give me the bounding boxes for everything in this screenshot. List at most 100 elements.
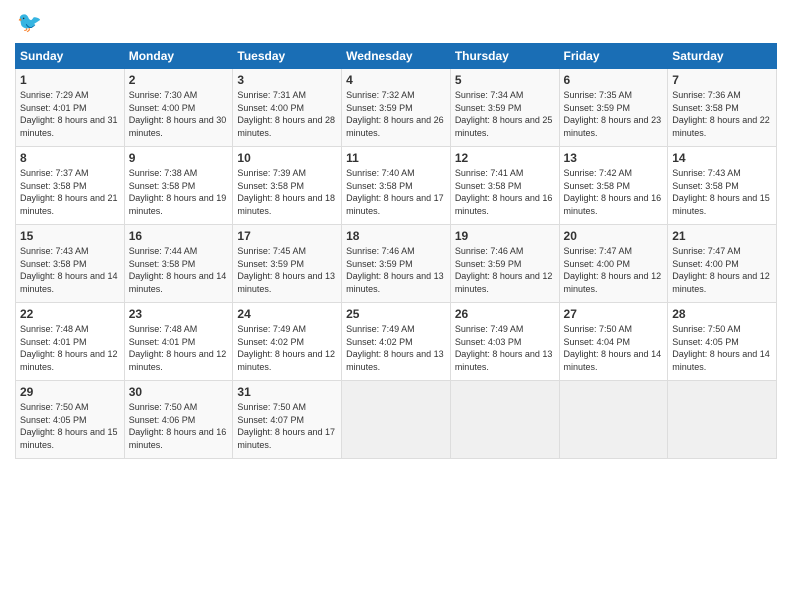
calendar-cell: 19 Sunrise: 7:46 AM Sunset: 3:59 PM Dayl… <box>450 225 559 303</box>
calendar-cell: 11 Sunrise: 7:40 AM Sunset: 3:58 PM Dayl… <box>342 147 451 225</box>
day-number: 7 <box>672 73 772 87</box>
day-number: 5 <box>455 73 555 87</box>
calendar-week-row: 1 Sunrise: 7:29 AM Sunset: 4:01 PM Dayli… <box>16 69 777 147</box>
calendar-cell: 20 Sunrise: 7:47 AM Sunset: 4:00 PM Dayl… <box>559 225 668 303</box>
header: 🐦 <box>15 10 777 35</box>
calendar-cell: 18 Sunrise: 7:46 AM Sunset: 3:59 PM Dayl… <box>342 225 451 303</box>
day-number: 12 <box>455 151 555 165</box>
calendar-cell: 21 Sunrise: 7:47 AM Sunset: 4:00 PM Dayl… <box>668 225 777 303</box>
weekday-header: Monday <box>124 44 233 69</box>
day-number: 27 <box>564 307 664 321</box>
calendar-week-row: 15 Sunrise: 7:43 AM Sunset: 3:58 PM Dayl… <box>16 225 777 303</box>
day-info: Sunrise: 7:48 AM Sunset: 4:01 PM Dayligh… <box>20 324 118 372</box>
day-info: Sunrise: 7:46 AM Sunset: 3:59 PM Dayligh… <box>346 246 444 294</box>
day-number: 3 <box>237 73 337 87</box>
weekday-header: Tuesday <box>233 44 342 69</box>
calendar-cell <box>450 381 559 459</box>
day-info: Sunrise: 7:40 AM Sunset: 3:58 PM Dayligh… <box>346 168 444 216</box>
day-number: 30 <box>129 385 229 399</box>
day-number: 31 <box>237 385 337 399</box>
day-info: Sunrise: 7:29 AM Sunset: 4:01 PM Dayligh… <box>20 90 118 138</box>
calendar-cell: 9 Sunrise: 7:38 AM Sunset: 3:58 PM Dayli… <box>124 147 233 225</box>
calendar-cell: 3 Sunrise: 7:31 AM Sunset: 4:00 PM Dayli… <box>233 69 342 147</box>
day-number: 14 <box>672 151 772 165</box>
day-number: 8 <box>20 151 120 165</box>
calendar-cell: 1 Sunrise: 7:29 AM Sunset: 4:01 PM Dayli… <box>16 69 125 147</box>
day-info: Sunrise: 7:39 AM Sunset: 3:58 PM Dayligh… <box>237 168 335 216</box>
logo-bird-icon: 🐦 <box>17 10 42 35</box>
calendar-cell: 15 Sunrise: 7:43 AM Sunset: 3:58 PM Dayl… <box>16 225 125 303</box>
calendar-cell: 28 Sunrise: 7:50 AM Sunset: 4:05 PM Dayl… <box>668 303 777 381</box>
day-number: 17 <box>237 229 337 243</box>
calendar-cell: 5 Sunrise: 7:34 AM Sunset: 3:59 PM Dayli… <box>450 69 559 147</box>
day-info: Sunrise: 7:41 AM Sunset: 3:58 PM Dayligh… <box>455 168 553 216</box>
calendar-week-row: 22 Sunrise: 7:48 AM Sunset: 4:01 PM Dayl… <box>16 303 777 381</box>
day-number: 2 <box>129 73 229 87</box>
calendar-cell: 31 Sunrise: 7:50 AM Sunset: 4:07 PM Dayl… <box>233 381 342 459</box>
day-number: 15 <box>20 229 120 243</box>
calendar-cell: 14 Sunrise: 7:43 AM Sunset: 3:58 PM Dayl… <box>668 147 777 225</box>
day-info: Sunrise: 7:50 AM Sunset: 4:05 PM Dayligh… <box>672 324 770 372</box>
calendar-cell: 12 Sunrise: 7:41 AM Sunset: 3:58 PM Dayl… <box>450 147 559 225</box>
day-number: 22 <box>20 307 120 321</box>
calendar-cell: 23 Sunrise: 7:48 AM Sunset: 4:01 PM Dayl… <box>124 303 233 381</box>
day-info: Sunrise: 7:48 AM Sunset: 4:01 PM Dayligh… <box>129 324 227 372</box>
calendar-cell: 30 Sunrise: 7:50 AM Sunset: 4:06 PM Dayl… <box>124 381 233 459</box>
day-info: Sunrise: 7:44 AM Sunset: 3:58 PM Dayligh… <box>129 246 227 294</box>
day-info: Sunrise: 7:30 AM Sunset: 4:00 PM Dayligh… <box>129 90 227 138</box>
calendar-cell: 25 Sunrise: 7:49 AM Sunset: 4:02 PM Dayl… <box>342 303 451 381</box>
calendar-cell <box>559 381 668 459</box>
day-number: 16 <box>129 229 229 243</box>
calendar-cell: 24 Sunrise: 7:49 AM Sunset: 4:02 PM Dayl… <box>233 303 342 381</box>
calendar-cell: 29 Sunrise: 7:50 AM Sunset: 4:05 PM Dayl… <box>16 381 125 459</box>
day-info: Sunrise: 7:43 AM Sunset: 3:58 PM Dayligh… <box>20 246 118 294</box>
day-number: 9 <box>129 151 229 165</box>
day-info: Sunrise: 7:35 AM Sunset: 3:59 PM Dayligh… <box>564 90 662 138</box>
day-number: 21 <box>672 229 772 243</box>
day-number: 1 <box>20 73 120 87</box>
day-info: Sunrise: 7:36 AM Sunset: 3:58 PM Dayligh… <box>672 90 770 138</box>
day-info: Sunrise: 7:43 AM Sunset: 3:58 PM Dayligh… <box>672 168 770 216</box>
weekday-header: Sunday <box>16 44 125 69</box>
calendar-week-row: 8 Sunrise: 7:37 AM Sunset: 3:58 PM Dayli… <box>16 147 777 225</box>
day-info: Sunrise: 7:50 AM Sunset: 4:04 PM Dayligh… <box>564 324 662 372</box>
day-info: Sunrise: 7:49 AM Sunset: 4:03 PM Dayligh… <box>455 324 553 372</box>
calendar-week-row: 29 Sunrise: 7:50 AM Sunset: 4:05 PM Dayl… <box>16 381 777 459</box>
day-number: 23 <box>129 307 229 321</box>
calendar-cell: 10 Sunrise: 7:39 AM Sunset: 3:58 PM Dayl… <box>233 147 342 225</box>
day-info: Sunrise: 7:34 AM Sunset: 3:59 PM Dayligh… <box>455 90 553 138</box>
day-number: 10 <box>237 151 337 165</box>
calendar-cell: 2 Sunrise: 7:30 AM Sunset: 4:00 PM Dayli… <box>124 69 233 147</box>
calendar-cell: 27 Sunrise: 7:50 AM Sunset: 4:04 PM Dayl… <box>559 303 668 381</box>
day-number: 11 <box>346 151 446 165</box>
weekday-header: Friday <box>559 44 668 69</box>
day-number: 24 <box>237 307 337 321</box>
calendar-cell: 26 Sunrise: 7:49 AM Sunset: 4:03 PM Dayl… <box>450 303 559 381</box>
day-info: Sunrise: 7:46 AM Sunset: 3:59 PM Dayligh… <box>455 246 553 294</box>
calendar-cell: 4 Sunrise: 7:32 AM Sunset: 3:59 PM Dayli… <box>342 69 451 147</box>
calendar-cell <box>342 381 451 459</box>
calendar-cell: 16 Sunrise: 7:44 AM Sunset: 3:58 PM Dayl… <box>124 225 233 303</box>
day-info: Sunrise: 7:49 AM Sunset: 4:02 PM Dayligh… <box>346 324 444 372</box>
calendar-cell: 13 Sunrise: 7:42 AM Sunset: 3:58 PM Dayl… <box>559 147 668 225</box>
day-number: 28 <box>672 307 772 321</box>
calendar-cell: 22 Sunrise: 7:48 AM Sunset: 4:01 PM Dayl… <box>16 303 125 381</box>
day-number: 29 <box>20 385 120 399</box>
header-row: SundayMondayTuesdayWednesdayThursdayFrid… <box>16 44 777 69</box>
day-info: Sunrise: 7:38 AM Sunset: 3:58 PM Dayligh… <box>129 168 227 216</box>
weekday-header: Saturday <box>668 44 777 69</box>
day-info: Sunrise: 7:45 AM Sunset: 3:59 PM Dayligh… <box>237 246 335 294</box>
logo: 🐦 <box>15 10 42 35</box>
day-number: 4 <box>346 73 446 87</box>
day-number: 13 <box>564 151 664 165</box>
day-number: 26 <box>455 307 555 321</box>
day-number: 25 <box>346 307 446 321</box>
calendar-table: SundayMondayTuesdayWednesdayThursdayFrid… <box>15 43 777 459</box>
day-number: 20 <box>564 229 664 243</box>
calendar-cell: 8 Sunrise: 7:37 AM Sunset: 3:58 PM Dayli… <box>16 147 125 225</box>
day-number: 6 <box>564 73 664 87</box>
day-info: Sunrise: 7:50 AM Sunset: 4:07 PM Dayligh… <box>237 402 335 450</box>
day-number: 19 <box>455 229 555 243</box>
day-info: Sunrise: 7:42 AM Sunset: 3:58 PM Dayligh… <box>564 168 662 216</box>
day-info: Sunrise: 7:47 AM Sunset: 4:00 PM Dayligh… <box>564 246 662 294</box>
